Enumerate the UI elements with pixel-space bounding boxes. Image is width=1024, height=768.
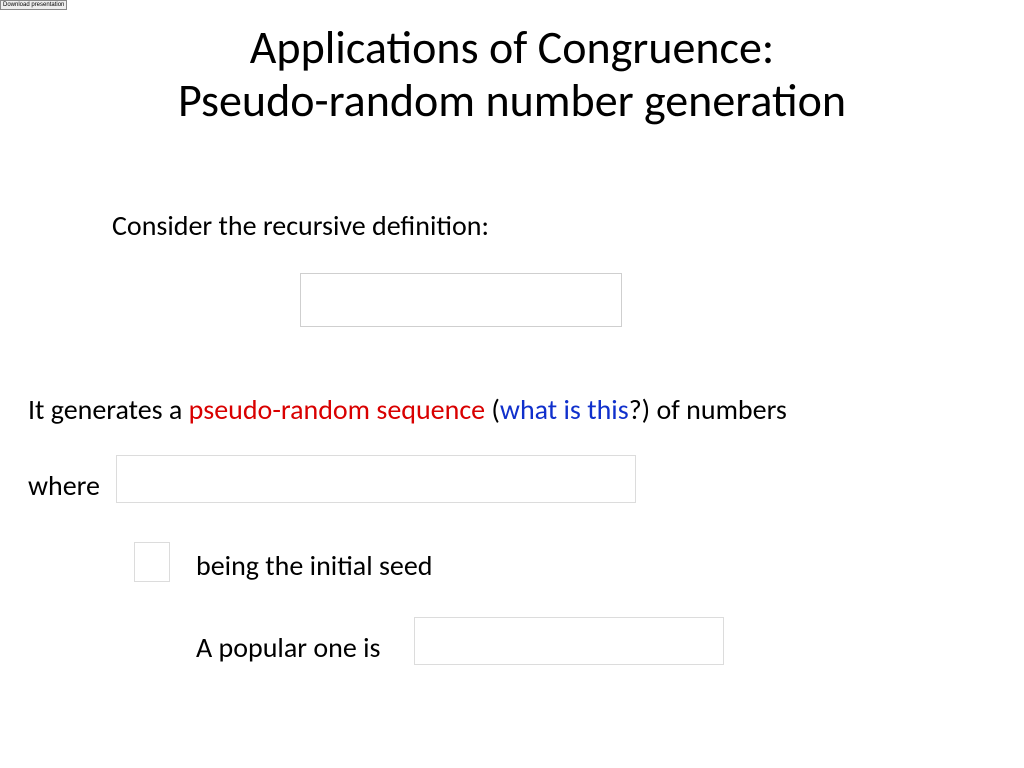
seed-symbol-placeholder bbox=[134, 542, 170, 582]
slide-title: Applications of Congruence: Pseudo-rando… bbox=[0, 22, 1024, 128]
gen-qmark: ? bbox=[629, 392, 642, 427]
what-is-this-link[interactable]: what is this bbox=[500, 392, 629, 427]
download-badge[interactable]: Download presentation bbox=[0, 0, 67, 10]
title-line-2: Pseudo-random number generation bbox=[178, 73, 846, 129]
where-placeholder bbox=[116, 455, 636, 503]
gen-open-paren: ( bbox=[485, 392, 500, 427]
term-pseudo-random: pseudo-random sequence bbox=[189, 392, 485, 427]
recursive-definition-placeholder bbox=[300, 273, 622, 327]
generates-line: It generates a pseudo-random sequence (w… bbox=[28, 392, 787, 427]
popular-one-text: A popular one is bbox=[196, 630, 380, 665]
title-line-1: Applications of Congruence: bbox=[250, 20, 774, 76]
initial-seed-text: being the initial seed bbox=[196, 548, 433, 583]
slide: Download presentation Applications of Co… bbox=[0, 0, 1024, 768]
where-label: where bbox=[28, 468, 100, 503]
popular-formula-placeholder bbox=[414, 617, 724, 665]
gen-suffix: of numbers bbox=[650, 392, 787, 427]
gen-close-paren: ) bbox=[642, 392, 651, 427]
gen-prefix: It generates a bbox=[28, 392, 189, 427]
consider-text: Consider the recursive definition: bbox=[112, 208, 489, 243]
